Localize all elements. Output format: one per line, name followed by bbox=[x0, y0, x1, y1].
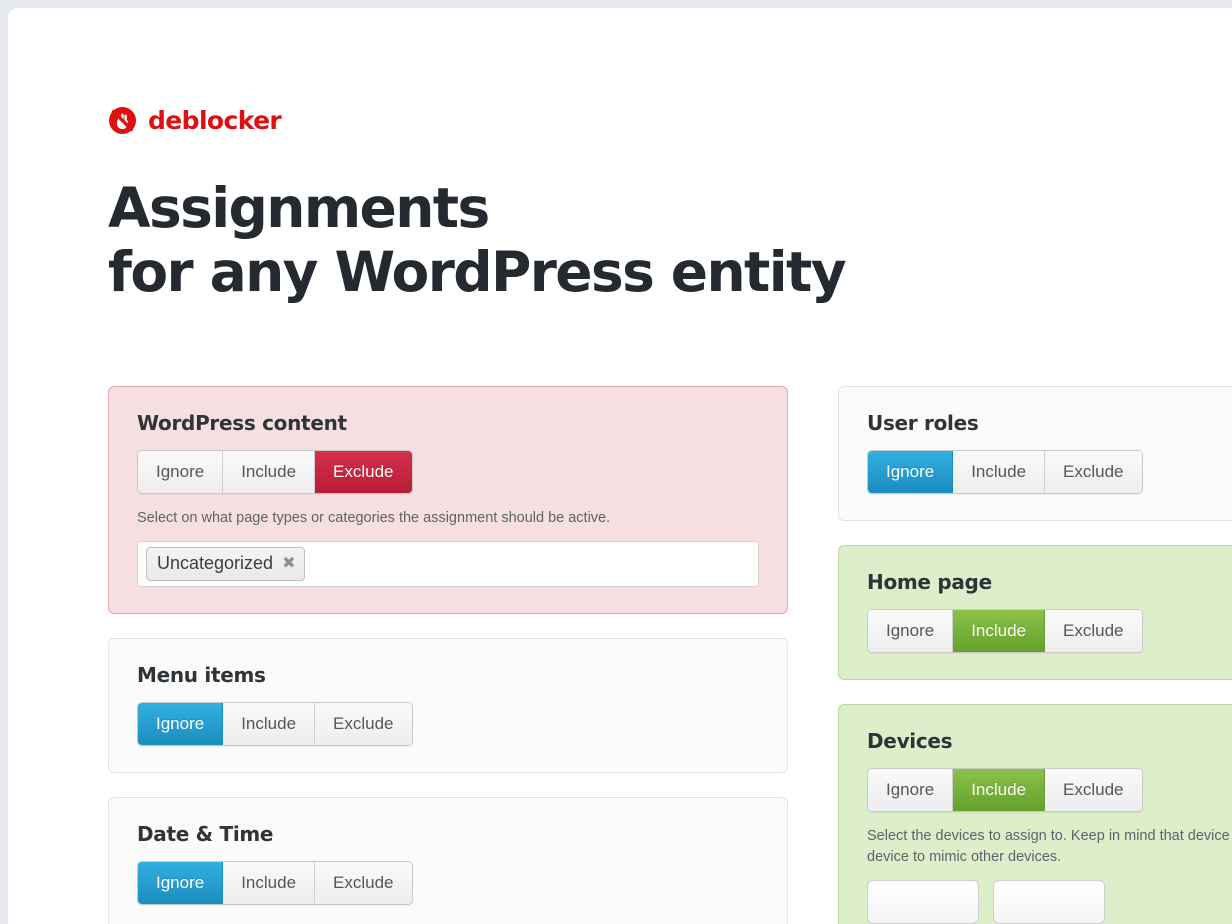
close-x-icon[interactable]: ✖ bbox=[282, 556, 295, 572]
segment-exclude[interactable]: Exclude bbox=[1045, 610, 1141, 652]
segment-include[interactable]: Include bbox=[223, 862, 315, 904]
card-home-page: Home page Ignore Include Exclude bbox=[838, 545, 1232, 680]
segmented-control-devices[interactable]: Ignore Include Exclude bbox=[867, 768, 1143, 812]
block-hand-icon bbox=[108, 106, 137, 135]
device-option[interactable] bbox=[867, 880, 979, 924]
device-option[interactable] bbox=[993, 880, 1105, 924]
card-title: User roles bbox=[867, 411, 1232, 435]
page-title-line-2: for any WordPress entity bbox=[108, 240, 928, 304]
card-title: Date & Time bbox=[137, 822, 759, 846]
segment-ignore[interactable]: Ignore bbox=[138, 703, 223, 745]
page-title: Assignments for any WordPress entity bbox=[108, 176, 928, 304]
card-user-roles: User roles Ignore Include Exclude bbox=[838, 386, 1232, 521]
card-devices: Devices Ignore Include Exclude Select th… bbox=[838, 704, 1232, 924]
segment-ignore[interactable]: Ignore bbox=[868, 451, 953, 493]
card-wordpress-content: WordPress content Ignore Include Exclude… bbox=[108, 386, 788, 614]
segment-exclude[interactable]: Exclude bbox=[1045, 769, 1141, 811]
segment-include[interactable]: Include bbox=[953, 451, 1045, 493]
left-column: WordPress content Ignore Include Exclude… bbox=[108, 386, 788, 924]
card-help-text: Select the devices to assign to. Keep in… bbox=[867, 826, 1232, 868]
segment-ignore[interactable]: Ignore bbox=[138, 862, 223, 904]
segment-include[interactable]: Include bbox=[223, 451, 315, 493]
card-title: WordPress content bbox=[137, 411, 759, 435]
segmented-control-home-page[interactable]: Ignore Include Exclude bbox=[867, 609, 1143, 653]
segmented-control-date-time[interactable]: Ignore Include Exclude bbox=[137, 861, 413, 905]
segment-exclude[interactable]: Exclude bbox=[1045, 451, 1141, 493]
token-label: Uncategorized bbox=[157, 553, 273, 574]
card-title: Menu items bbox=[137, 663, 759, 687]
card-help-text: Select on what page types or categories … bbox=[137, 508, 759, 529]
page-title-line-1: Assignments bbox=[108, 176, 928, 240]
segment-include[interactable]: Include bbox=[223, 703, 315, 745]
segment-exclude[interactable]: Exclude bbox=[315, 862, 411, 904]
taxonomy-token-input[interactable]: Uncategorized ✖ bbox=[137, 541, 759, 587]
token-uncategorized[interactable]: Uncategorized ✖ bbox=[146, 547, 305, 581]
segment-exclude[interactable]: Exclude bbox=[315, 451, 411, 493]
segmented-control-user-roles[interactable]: Ignore Include Exclude bbox=[867, 450, 1143, 494]
segment-exclude[interactable]: Exclude bbox=[315, 703, 411, 745]
segment-include[interactable]: Include bbox=[953, 610, 1045, 652]
card-menu-items: Menu items Ignore Include Exclude bbox=[108, 638, 788, 773]
device-options bbox=[867, 880, 1232, 924]
segment-ignore[interactable]: Ignore bbox=[868, 610, 953, 652]
segmented-control-wordpress-content[interactable]: Ignore Include Exclude bbox=[137, 450, 413, 494]
segment-ignore[interactable]: Ignore bbox=[868, 769, 953, 811]
segment-ignore[interactable]: Ignore bbox=[138, 451, 223, 493]
card-title: Home page bbox=[867, 570, 1232, 594]
segmented-control-menu-items[interactable]: Ignore Include Exclude bbox=[137, 702, 413, 746]
brand-logo[interactable]: deblocker bbox=[108, 106, 281, 135]
segment-include[interactable]: Include bbox=[953, 769, 1045, 811]
right-column: User roles Ignore Include Exclude Home p… bbox=[838, 386, 1232, 924]
card-title: Devices bbox=[867, 729, 1232, 753]
app-panel: deblocker Assignments for any WordPress … bbox=[8, 8, 1232, 924]
brand-name: deblocker bbox=[148, 106, 281, 135]
card-date-time: Date & Time Ignore Include Exclude bbox=[108, 797, 788, 924]
